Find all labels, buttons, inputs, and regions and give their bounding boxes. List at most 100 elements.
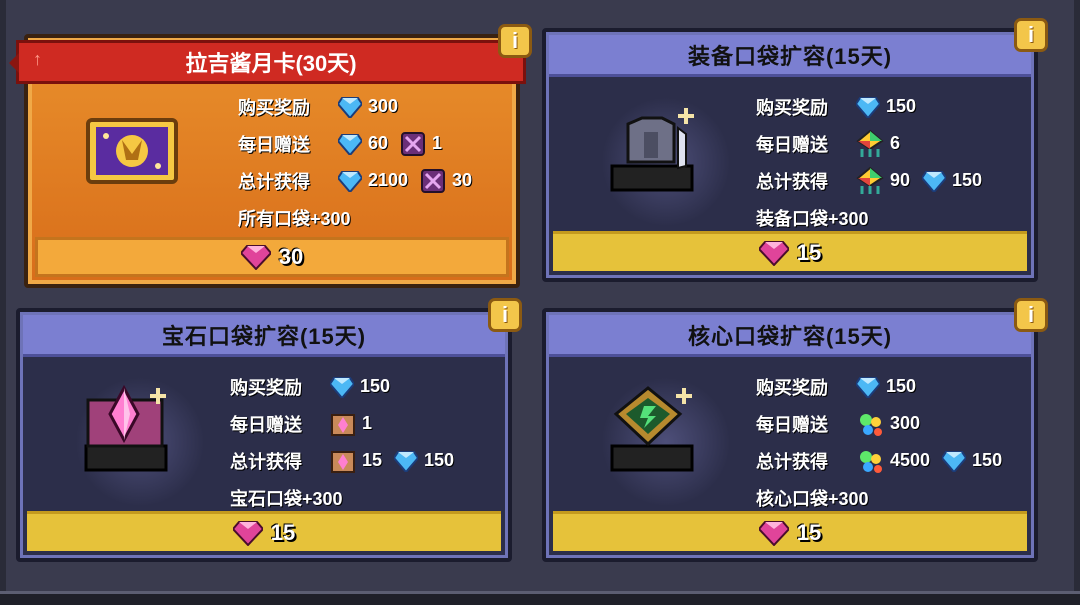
row-value: 2100 xyxy=(368,170,409,190)
row-value: 60 xyxy=(368,133,389,153)
ribbon-mark-icon: ↑ xyxy=(33,49,42,69)
row-value: 15 xyxy=(362,450,383,470)
blue-diamond-icon xyxy=(856,376,880,398)
blue-diamond-icon xyxy=(338,170,362,192)
row-value-2: 150 xyxy=(972,450,1003,470)
row-label: 每日赠送 xyxy=(230,414,302,435)
card-header: 装备口袋扩容(15天) xyxy=(549,35,1031,77)
row-value: 300 xyxy=(890,413,921,433)
gem-pocket-offer[interactable]: 宝石口袋扩容(15天) i 购买奖励 150 每日赠送 1 总计获得 15 15… xyxy=(16,298,522,562)
rainbow-crystal-icon xyxy=(856,129,884,157)
pocket-bonus: 核心口袋+300 xyxy=(756,488,869,509)
row-label: 购买奖励 xyxy=(230,377,302,398)
core-pocket-offer[interactable]: 核心口袋扩容(15天) i 购买奖励 150 每日赠送 300 总计获得 450… xyxy=(542,298,1048,562)
pocket-bonus: 宝石口袋+300 xyxy=(230,488,343,509)
monthly-card-offer[interactable]: ↑ 拉吉酱月卡(30天) i 购买奖励 300 每日赠送 60 1 总计获得 2… xyxy=(9,24,532,288)
row-label: 每日赠送 xyxy=(238,134,310,155)
row-value: 150 xyxy=(886,376,917,396)
info-icon: i xyxy=(1027,22,1035,47)
pink-gem-icon xyxy=(240,245,271,270)
reward-row-purchase: 购买奖励 150 xyxy=(756,88,988,125)
card-header: 核心口袋扩容(15天) xyxy=(549,315,1031,357)
row-value-2: 150 xyxy=(952,170,983,190)
row-label: 购买奖励 xyxy=(238,97,310,118)
card-title: 拉吉酱月卡(30天) xyxy=(185,51,357,76)
pink-gem-icon xyxy=(758,520,789,546)
buy-button[interactable]: 15 xyxy=(553,231,1027,271)
card-header: 宝石口袋扩容(15天) xyxy=(23,315,505,357)
card-title: 装备口袋扩容(15天) xyxy=(687,43,893,69)
price-value: 15 xyxy=(796,239,822,265)
info-button[interactable]: i xyxy=(498,24,532,58)
row-label: 总计获得 xyxy=(238,171,310,192)
pink-gem-icon xyxy=(232,520,263,546)
reward-row-pocket: 所有口袋+300 xyxy=(238,199,478,236)
pink-gem-icon xyxy=(758,240,789,266)
buy-button[interactable]: 15 xyxy=(27,511,501,551)
reward-row-purchase: 购买奖励 300 xyxy=(238,88,478,125)
purple-box-icon xyxy=(401,131,426,156)
energy-orbs-icon xyxy=(860,450,882,473)
row-label: 每日赠送 xyxy=(756,414,828,435)
energy-orbs-icon xyxy=(860,413,882,436)
price-value: 30 xyxy=(278,244,304,269)
golden-card-icon xyxy=(86,118,178,184)
info-button[interactable]: i xyxy=(1014,298,1048,332)
row-value: 300 xyxy=(368,96,399,116)
row-value: 6 xyxy=(890,133,901,153)
bottom-edge xyxy=(0,591,1080,605)
info-button[interactable]: i xyxy=(488,298,522,332)
card-title: 宝石口袋扩容(15天) xyxy=(161,323,367,349)
reward-row-purchase: 购买奖励 150 xyxy=(756,368,1008,405)
gem-crate-icon xyxy=(331,450,355,473)
row-value: 150 xyxy=(360,376,391,396)
row-value: 4500 xyxy=(890,450,931,470)
reward-row-purchase: 购买奖励 150 xyxy=(230,368,460,405)
buy-button[interactable]: 30 xyxy=(35,237,509,277)
equipment-pocket-offer[interactable]: 装备口袋扩容(15天) i 购买奖励 150 每日赠送 6 总计获得 90 15… xyxy=(542,18,1048,282)
core-pocket-icon xyxy=(610,386,694,472)
blue-diamond-icon xyxy=(856,96,880,118)
armor-pocket-icon xyxy=(610,108,694,192)
gem-crate-icon xyxy=(331,413,355,436)
row-value: 90 xyxy=(890,170,911,190)
row-label: 购买奖励 xyxy=(756,97,828,118)
info-icon: i xyxy=(501,302,509,327)
row-value-2: 150 xyxy=(424,450,455,470)
reward-row-total: 总计获得 2100 30 xyxy=(238,162,478,199)
monthly-card-ribbon: ↑ 拉吉酱月卡(30天) xyxy=(9,40,526,84)
info-button[interactable]: i xyxy=(1014,18,1048,52)
card-title: 核心口袋扩容(15天) xyxy=(687,323,893,349)
buy-button[interactable]: 15 xyxy=(553,511,1027,551)
blue-diamond-icon xyxy=(922,170,947,192)
reward-row-daily: 每日赠送 1 xyxy=(230,405,460,442)
info-icon: i xyxy=(1027,302,1035,327)
row-label: 购买奖励 xyxy=(756,377,828,398)
row-value: 150 xyxy=(886,96,917,116)
row-value-2: 30 xyxy=(452,170,473,190)
blue-diamond-icon xyxy=(338,133,362,155)
blue-diamond-icon xyxy=(338,96,362,118)
purple-box-icon xyxy=(421,168,446,193)
row-label: 总计获得 xyxy=(756,171,828,192)
row-label: 每日赠送 xyxy=(756,134,828,155)
reward-row-daily: 每日赠送 300 xyxy=(756,405,1008,442)
rainbow-crystal-icon xyxy=(856,166,884,194)
reward-row-total: 总计获得 90 150 xyxy=(756,162,988,199)
blue-diamond-icon xyxy=(330,376,354,398)
reward-row-daily: 每日赠送 60 1 xyxy=(238,125,478,162)
pocket-bonus: 所有口袋+300 xyxy=(238,208,351,229)
reward-row-total: 总计获得 4500 150 xyxy=(756,442,1008,479)
info-icon: i xyxy=(511,28,519,53)
price-value: 15 xyxy=(270,519,296,545)
row-label: 总计获得 xyxy=(230,451,302,472)
blue-diamond-icon xyxy=(942,450,967,472)
row-value: 1 xyxy=(362,413,373,433)
reward-row-daily: 每日赠送 6 xyxy=(756,125,988,162)
price-value: 15 xyxy=(796,519,822,545)
reward-row-total: 总计获得 15 150 xyxy=(230,442,460,479)
blue-diamond-icon xyxy=(394,450,419,472)
gem-pocket-icon xyxy=(84,384,168,472)
row-label: 总计获得 xyxy=(756,451,828,472)
row-value-2: 1 xyxy=(432,133,443,153)
